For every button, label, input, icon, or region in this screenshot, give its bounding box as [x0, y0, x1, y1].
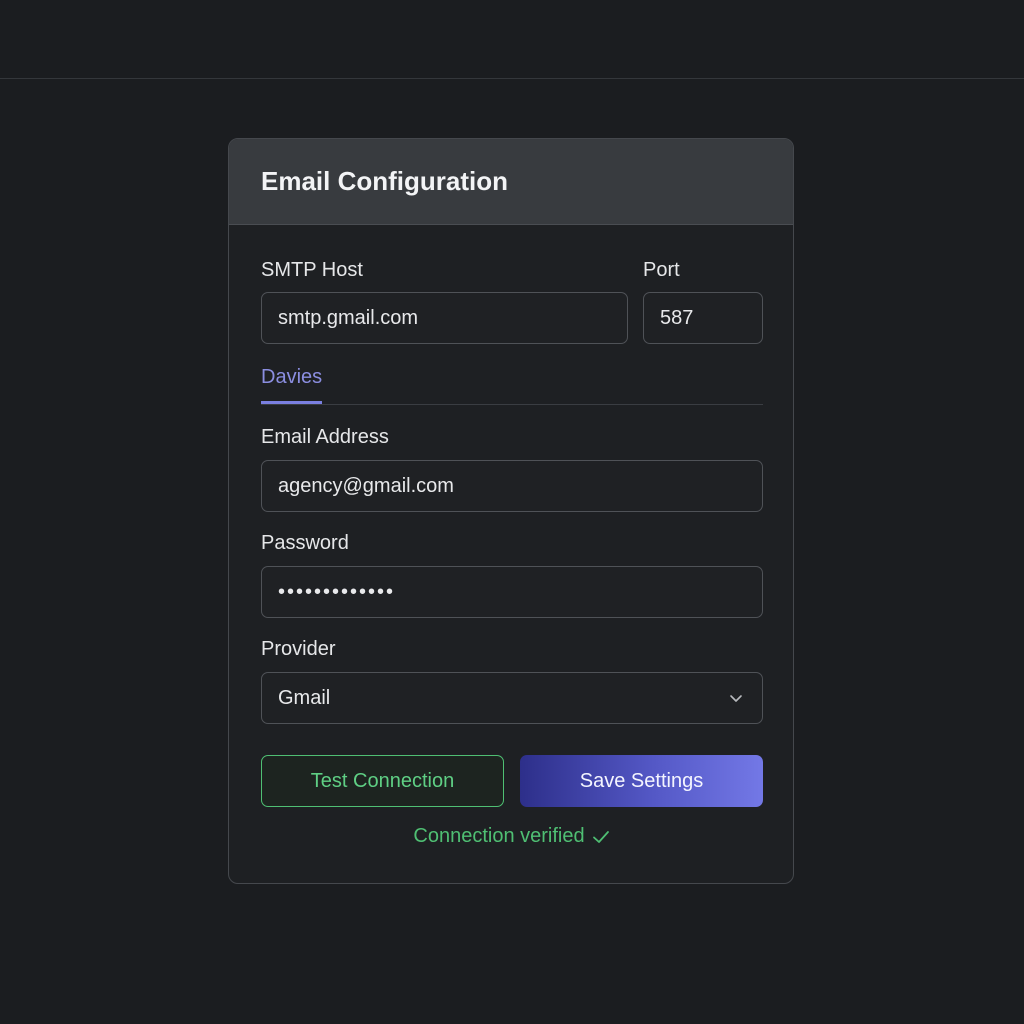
provider-selected-value: Gmail — [278, 686, 331, 709]
port-input[interactable]: 587 — [643, 292, 763, 344]
checkmark-icon — [592, 830, 609, 843]
port-label: Port — [643, 259, 680, 281]
password-value: ••••••••••••• — [278, 580, 396, 603]
connection-status-text: Connection verified — [413, 825, 585, 847]
smtp-host-value: smtp.gmail.com — [278, 306, 419, 329]
password-label: Password — [261, 532, 349, 554]
save-settings-label: Save Settings — [579, 769, 704, 792]
tab-davies[interactable]: Davies — [261, 364, 323, 404]
port-value: 587 — [660, 306, 694, 329]
top-divider — [0, 78, 1024, 79]
tab-bar: Davies — [261, 364, 763, 405]
save-settings-button[interactable]: Save Settings — [520, 755, 763, 807]
smtp-host-input[interactable]: smtp.gmail.com — [261, 292, 628, 344]
smtp-host-label: SMTP Host — [261, 259, 363, 281]
provider-select[interactable]: Gmail — [261, 672, 763, 724]
email-address-label: Email Address — [261, 426, 389, 448]
card-title: Email Configuration — [261, 166, 508, 196]
email-address-value: agency@gmail.com — [278, 474, 454, 497]
email-address-input[interactable]: agency@gmail.com — [261, 460, 763, 512]
test-connection-label: Test Connection — [310, 769, 455, 792]
provider-label: Provider — [261, 638, 336, 660]
test-connection-button[interactable]: Test Connection — [261, 755, 504, 807]
chevron-down-icon — [730, 695, 742, 702]
tab-davies-label: Davies — [261, 366, 323, 388]
connection-status: Connection verified — [229, 825, 793, 848]
password-input[interactable]: ••••••••••••• — [261, 566, 763, 618]
email-config-card: Email Configuration SMTP Host smtp.gmail… — [228, 138, 794, 884]
card-header: Email Configuration — [229, 139, 793, 225]
